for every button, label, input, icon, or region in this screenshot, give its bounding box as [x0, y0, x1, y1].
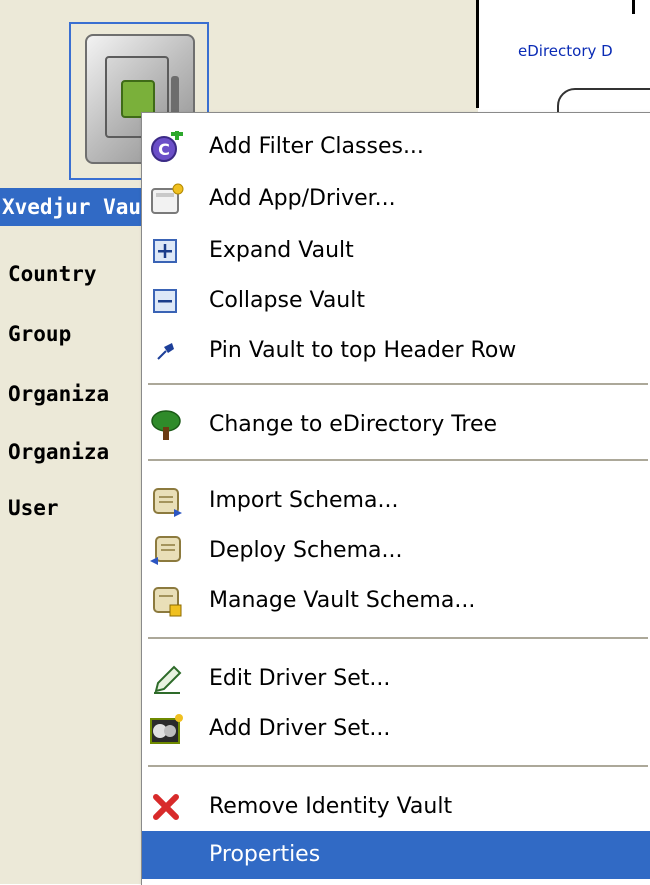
pencil-icon: [150, 663, 184, 695]
menu-label: Manage Vault Schema...: [209, 588, 476, 613]
tree-icon: [150, 409, 184, 441]
edirectory-label[interactable]: eDirectory D: [518, 42, 613, 60]
menu-separator: [148, 383, 648, 385]
pin-icon: [150, 335, 184, 367]
menu-item-add-filter-classes[interactable]: C Add Filter Classes...: [142, 123, 650, 171]
menu-label: Pin Vault to top Header Row: [209, 338, 517, 363]
expand-icon: [150, 235, 184, 267]
menu-item-collapse-vault[interactable]: Collapse Vault: [142, 277, 650, 325]
menu-label: Import Schema...: [209, 488, 399, 513]
menu-label: Add Filter Classes...: [209, 134, 424, 159]
menu-label: Collapse Vault: [209, 288, 365, 313]
add-app-driver-icon: [150, 183, 184, 215]
app-canvas: Xvedjur Vault Country Group Organiza Org…: [0, 0, 650, 885]
menu-item-edit-driver-set[interactable]: Edit Driver Set...: [142, 655, 650, 703]
menu-label: Add App/Driver...: [209, 186, 396, 211]
context-menu: C Add Filter Classes... Add App/Driver..…: [141, 112, 650, 885]
deploy-schema-icon: [150, 535, 184, 567]
menu-separator: [148, 765, 648, 767]
category-country[interactable]: Country: [8, 262, 97, 286]
svg-text:C: C: [158, 140, 170, 159]
menu-item-remove-identity-vault[interactable]: Remove Identity Vault: [142, 783, 650, 831]
add-filter-classes-icon: C: [150, 131, 184, 163]
menu-item-expand-vault[interactable]: Expand Vault: [142, 227, 650, 275]
category-group[interactable]: Group: [8, 322, 71, 346]
menu-label: Change to eDirectory Tree: [209, 412, 498, 437]
menu-label: Edit Driver Set...: [209, 666, 391, 691]
menu-label: Properties: [209, 842, 321, 867]
menu-item-change-to-edirectory-tree[interactable]: Change to eDirectory Tree: [142, 401, 650, 449]
menu-item-manage-vault-schema[interactable]: Manage Vault Schema...: [142, 577, 650, 625]
menu-item-import-schema[interactable]: Import Schema...: [142, 477, 650, 525]
manage-schema-icon: [150, 585, 184, 617]
menu-separator: [148, 459, 648, 461]
menu-item-add-driver-set[interactable]: Add Driver Set...: [142, 705, 650, 753]
menu-item-add-app-driver[interactable]: Add App/Driver...: [142, 175, 650, 223]
menu-item-deploy-schema[interactable]: Deploy Schema...: [142, 527, 650, 575]
vault-name-label[interactable]: Xvedjur Vault: [0, 188, 152, 226]
remove-icon: [150, 791, 184, 823]
collapse-icon: [150, 285, 184, 317]
menu-separator: [148, 637, 648, 639]
category-user[interactable]: User: [8, 496, 59, 520]
menu-item-properties[interactable]: Properties: [142, 831, 650, 879]
panel-divider: [476, 0, 479, 108]
category-organizational-unit[interactable]: Organiza: [8, 440, 109, 464]
add-driver-set-icon: [150, 713, 184, 745]
menu-item-pin-vault[interactable]: Pin Vault to top Header Row: [142, 327, 650, 375]
menu-label: Remove Identity Vault: [209, 794, 453, 819]
category-organization[interactable]: Organiza: [8, 382, 109, 406]
import-schema-icon: [150, 485, 184, 517]
menu-label: Add Driver Set...: [209, 716, 391, 741]
menu-label: Deploy Schema...: [209, 538, 403, 563]
menu-label: Expand Vault: [209, 238, 354, 263]
